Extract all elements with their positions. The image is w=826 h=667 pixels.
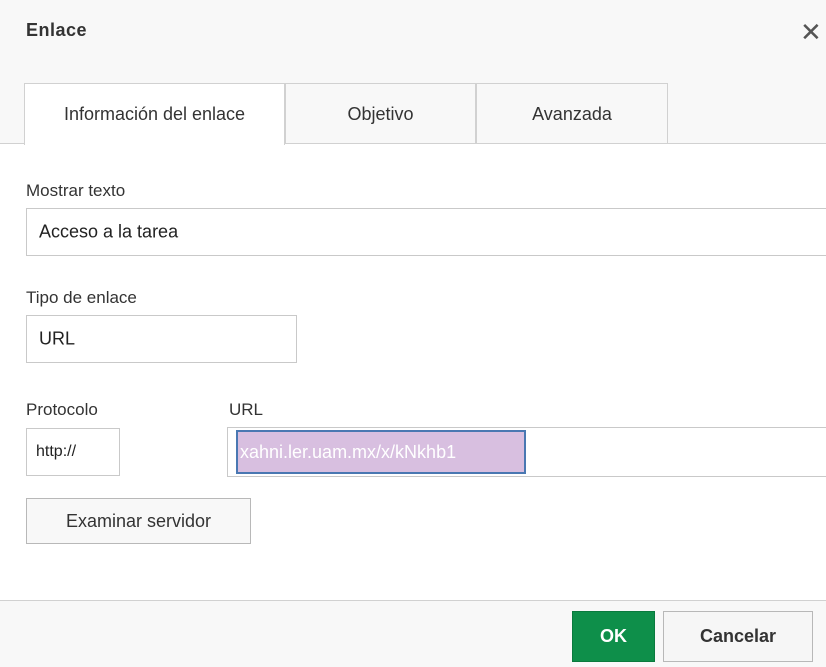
url-input[interactable]: xahni.ler.uam.mx/x/kNkhb1 [227,427,826,477]
tab-link-info[interactable]: Información del enlace [24,83,285,145]
dialog-titlebar: Enlace ✕ [0,0,826,67]
dialog-title: Enlace [26,20,88,40]
protocol-value: http:// [36,443,77,460]
link-type-select[interactable]: URL [26,315,297,363]
ok-button[interactable]: OK [572,611,655,662]
display-text-value: Acceso a la tarea [39,221,179,242]
cancel-button[interactable]: Cancelar [663,611,813,662]
browse-server-button[interactable]: Examinar servidor [26,498,251,544]
display-text-label: Mostrar texto [26,181,126,200]
tab-advanced[interactable]: Avanzada [476,83,668,143]
url-label: URL [229,400,264,419]
protocol-select[interactable]: http:// [26,428,120,476]
display-text-input[interactable]: Acceso a la tarea [26,208,826,256]
protocol-label: Protocolo [26,400,98,419]
url-selected-text: xahni.ler.uam.mx/x/kNkhb1 [236,430,526,474]
link-type-value: URL [39,328,76,349]
close-icon[interactable]: ✕ [800,14,826,50]
tab-target[interactable]: Objetivo [285,83,476,143]
link-type-label: Tipo de enlace [26,288,137,307]
